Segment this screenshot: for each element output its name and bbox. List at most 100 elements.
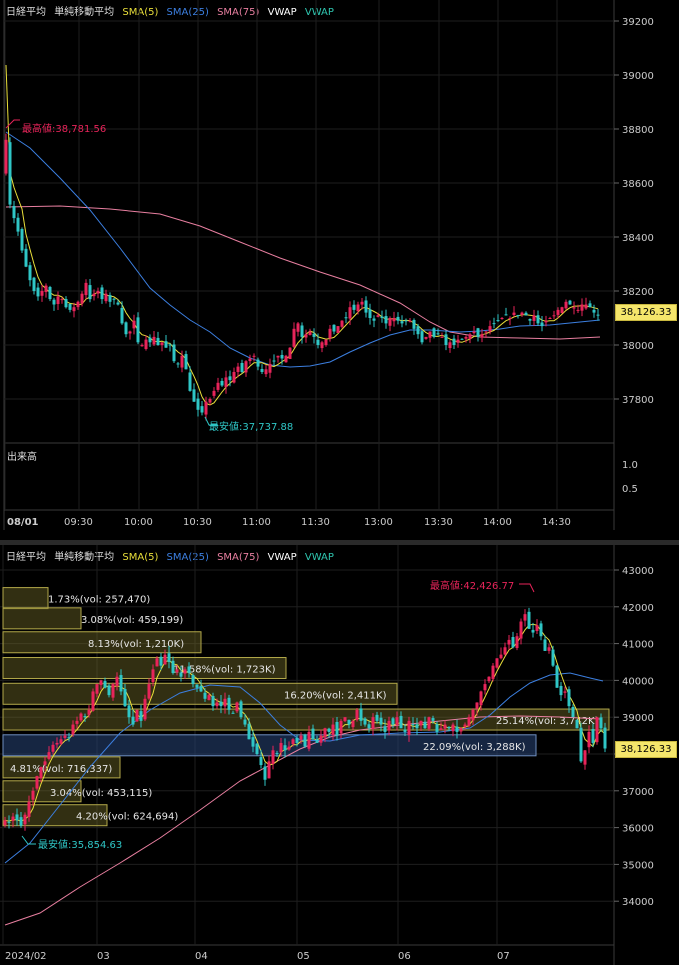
- candle[interactable]: [135, 709, 139, 723]
- candle[interactable]: [535, 619, 539, 634]
- candle[interactable]: [368, 303, 372, 325]
- candle[interactable]: [156, 331, 160, 346]
- intraday-chart-svg[interactable]: 39200 39000 38800 38600 38400 38200 38000 37800…: [0, 0, 679, 540]
- candle[interactable]: [420, 330, 424, 345]
- candle[interactable]: [8, 137, 12, 209]
- candle[interactable]: [499, 647, 503, 660]
- candle[interactable]: [428, 331, 432, 343]
- candle[interactable]: [412, 318, 416, 335]
- candle[interactable]: [572, 301, 576, 315]
- candle[interactable]: [12, 200, 16, 224]
- candle[interactable]: [52, 297, 56, 311]
- candle[interactable]: [388, 316, 392, 332]
- candle[interactable]: [147, 678, 151, 700]
- candle[interactable]: [35, 775, 39, 791]
- candle[interactable]: [200, 400, 204, 416]
- candle[interactable]: [483, 679, 487, 695]
- candle[interactable]: [547, 643, 551, 654]
- candle[interactable]: [48, 285, 52, 302]
- candle[interactable]: [304, 329, 308, 343]
- candle[interactable]: [596, 308, 600, 321]
- candle[interactable]: [160, 342, 164, 352]
- candle[interactable]: [100, 284, 104, 304]
- candle[interactable]: [340, 320, 344, 329]
- candle[interactable]: [176, 362, 180, 368]
- candle[interactable]: [140, 343, 144, 347]
- candle[interactable]: [44, 283, 48, 298]
- candle[interactable]: [503, 642, 507, 656]
- candle[interactable]: [164, 334, 168, 348]
- candle[interactable]: [212, 387, 216, 399]
- candle[interactable]: [204, 396, 208, 421]
- candle[interactable]: [112, 297, 116, 305]
- candle[interactable]: [460, 338, 464, 340]
- candle[interactable]: [32, 276, 36, 295]
- candle[interactable]: [495, 658, 499, 669]
- candle[interactable]: [336, 326, 340, 334]
- candle[interactable]: [192, 383, 196, 402]
- candle[interactable]: [28, 262, 32, 287]
- candle[interactable]: [496, 314, 500, 322]
- candle[interactable]: [551, 645, 555, 668]
- candle[interactable]: [288, 347, 292, 360]
- candle[interactable]: [296, 322, 300, 337]
- intraday-chart-panel[interactable]: 日経平均 単純移動平均 SMA(5) SMA(25) SMA(75) VWAP …: [0, 0, 679, 540]
- candle[interactable]: [68, 303, 72, 313]
- candle[interactable]: [144, 335, 148, 351]
- candle[interactable]: [239, 699, 243, 720]
- candle[interactable]: [400, 315, 404, 328]
- candle[interactable]: [539, 620, 543, 641]
- candle[interactable]: [523, 609, 527, 627]
- intraday-candles[interactable]: [4, 133, 600, 421]
- candle[interactable]: [595, 716, 599, 745]
- candle[interactable]: [575, 719, 579, 729]
- candle[interactable]: [120, 301, 124, 325]
- candle[interactable]: [491, 662, 495, 682]
- candle[interactable]: [232, 367, 236, 384]
- candle[interactable]: [536, 310, 540, 327]
- candle[interactable]: [172, 339, 176, 363]
- candle[interactable]: [128, 330, 132, 340]
- candle[interactable]: [392, 311, 396, 327]
- candle[interactable]: [104, 289, 108, 304]
- candle[interactable]: [583, 750, 587, 770]
- candle[interactable]: [524, 311, 528, 316]
- candle[interactable]: [559, 681, 563, 702]
- candle[interactable]: [560, 306, 564, 314]
- candle[interactable]: [451, 722, 455, 737]
- candle[interactable]: [519, 618, 523, 645]
- candle[interactable]: [196, 392, 200, 417]
- candle[interactable]: [424, 336, 428, 340]
- candle[interactable]: [91, 688, 95, 712]
- candle[interactable]: [344, 312, 348, 324]
- candle[interactable]: [456, 334, 460, 348]
- candle[interactable]: [332, 324, 336, 335]
- candle[interactable]: [255, 743, 259, 756]
- candle[interactable]: [324, 339, 328, 347]
- candle[interactable]: [452, 334, 456, 349]
- candle[interactable]: [592, 304, 596, 318]
- candle[interactable]: [540, 315, 544, 332]
- candle[interactable]: [103, 677, 107, 689]
- candle[interactable]: [571, 704, 575, 718]
- candle[interactable]: [584, 297, 588, 310]
- candle[interactable]: [303, 733, 307, 748]
- candle[interactable]: [56, 291, 60, 310]
- candle[interactable]: [64, 296, 68, 309]
- candle[interactable]: [312, 328, 316, 344]
- candle[interactable]: [20, 227, 24, 254]
- candle[interactable]: [515, 632, 519, 651]
- candle[interactable]: [507, 634, 511, 650]
- candle[interactable]: [552, 310, 556, 320]
- candle[interactable]: [528, 318, 532, 325]
- candle[interactable]: [448, 340, 452, 353]
- candle[interactable]: [300, 322, 304, 344]
- candle[interactable]: [152, 330, 156, 347]
- candle[interactable]: [184, 350, 188, 370]
- candle[interactable]: [284, 354, 288, 363]
- candle[interactable]: [568, 299, 572, 305]
- candle[interactable]: [260, 364, 264, 374]
- candle[interactable]: [132, 314, 136, 335]
- candle[interactable]: [355, 708, 359, 722]
- candle[interactable]: [24, 244, 28, 268]
